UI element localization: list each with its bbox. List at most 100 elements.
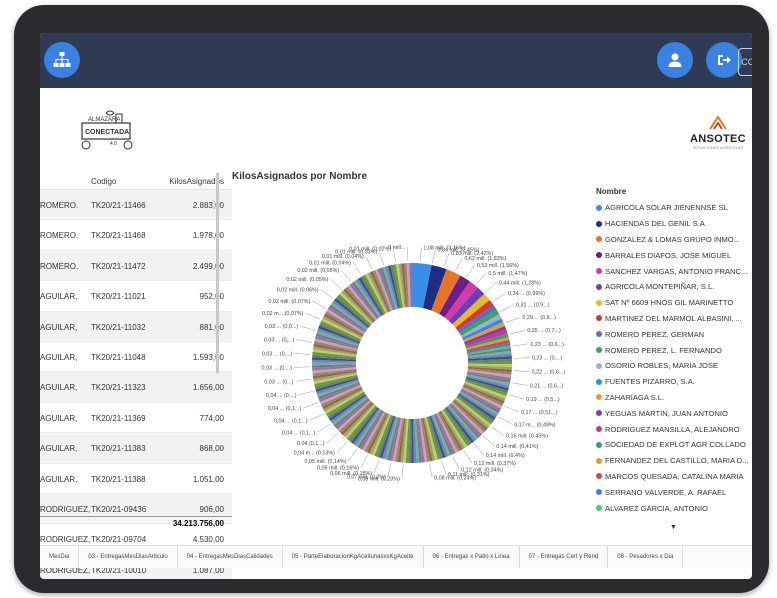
- edge-button[interactable]: CO: [738, 48, 752, 76]
- legend-dot: [596, 268, 602, 275]
- legend-dot: [596, 204, 602, 211]
- legend-more-arrow[interactable]: ▼: [670, 524, 677, 531]
- table-row[interactable]: AGUILAR, TK20/21-11369 774,00: [40, 403, 232, 434]
- legend-item[interactable]: AGRICOLA SOLAR JIENENNSE SL: [596, 200, 752, 216]
- legend-item[interactable]: ZAHARIAGA S.L.: [596, 390, 752, 406]
- label-leader-line: [300, 325, 316, 331]
- cell-codigo: TK20/21-11021: [91, 292, 146, 302]
- label-leader-line: [463, 450, 473, 464]
- table-scrollbar[interactable]: [216, 173, 219, 373]
- table-row[interactable]: ROMERO. TK20/21-11468 1.978,00: [40, 220, 232, 251]
- cell-kilos: 1.978,00: [192, 231, 224, 241]
- label-leader-line: [508, 394, 525, 400]
- legend-item[interactable]: AGRICOLA MONTEPIÑAR, S.L.: [596, 279, 752, 295]
- label-leader-line: [320, 289, 334, 299]
- legend-item[interactable]: MARTINEZ DEL MARMOL ALBASINI, ...: [596, 311, 752, 327]
- cell-kilos: 1.656,00: [192, 383, 224, 393]
- data-label: 0,5 mill. (1,47%): [488, 271, 527, 277]
- data-label: 0,02 mill. (0,06%): [277, 287, 319, 293]
- label-leader-line: [348, 448, 358, 461]
- data-label: 0,08 mill. (0,24%): [434, 475, 476, 481]
- label-leader-line: [513, 357, 530, 359]
- label-leader-line: [441, 460, 447, 475]
- legend-item[interactable]: BARRALES DIAFOS, JOSE MIGUEL: [596, 247, 752, 263]
- cell-name: AGUILAR,: [40, 413, 78, 423]
- table-row[interactable]: AGUILAR, TK20/21-11032 881,00: [40, 311, 232, 342]
- data-label: 0,03 ... (0...): [264, 379, 293, 385]
- table-total-value: 34.213.756,00: [172, 519, 224, 528]
- logo-line1: ALMAZARA: [88, 117, 120, 123]
- legend-item[interactable]: GONZALEZ & LOMAS GRUPO INMO...: [596, 232, 752, 248]
- legend-item[interactable]: MARCOS QUESADA, CATALINA MARIA: [596, 469, 752, 485]
- legend-item[interactable]: OSORIO ROBLES, MARIA JOSE: [596, 358, 752, 374]
- table-row[interactable]: AGUILAR, TK20/21-11323 1.656,00: [40, 372, 232, 403]
- table-row[interactable]: AGUILAR, TK20/21-11388 1.051,00: [40, 464, 232, 494]
- logout-button[interactable]: [706, 42, 742, 78]
- legend-item[interactable]: YEGUAS MARTIN, JUAN ANTONIO: [596, 405, 752, 421]
- user-profile-button[interactable]: [657, 42, 693, 78]
- col-header-codigo[interactable]: Codigo: [91, 177, 116, 186]
- legend-items: AGRICOLA SOLAR JIENENNSE SL HACIENDAS DEL…: [596, 200, 752, 516]
- label-leader-line: [296, 339, 313, 343]
- ansotec-name: ANSOTEC: [690, 133, 746, 145]
- data-label: 0,04 (0,1...): [297, 441, 325, 447]
- legend-dot: [596, 473, 602, 480]
- data-label: 0,08 mill. (0,23%): [358, 477, 400, 483]
- table-row[interactable]: AGUILAR, TK20/21-11021 952,00: [40, 281, 232, 312]
- legend-item[interactable]: FERNANDEZ DEL CASTILLO, MARIA D...: [596, 453, 752, 469]
- data-label: 0,01 mill. (0,04%): [322, 254, 364, 260]
- cell-name: ROMERO.: [40, 261, 79, 271]
- legend-item[interactable]: FUENTES PIZARRO, S.A.: [596, 374, 752, 390]
- data-label: 0,15 mill. (0,45%): [506, 434, 548, 440]
- label-leader-line: [466, 264, 476, 277]
- label-leader-line: [491, 426, 505, 436]
- data-label: 0,03 ... (0,...): [264, 338, 295, 344]
- legend-item[interactable]: ROMERO PEREZ, L. FERNANDO: [596, 342, 752, 358]
- report-tab[interactable]: 05 - ParteElaboracionKgAceitunasvsKgAcei…: [283, 546, 424, 568]
- table-row[interactable]: ROMERO. TK20/21-11472 2.499,00: [40, 250, 232, 282]
- org-chart-button[interactable]: [44, 42, 80, 78]
- data-label: 0,34 ... (0,99%): [508, 291, 545, 297]
- table-row[interactable]: AGUILAR, TK20/21-11048 1.593,00: [40, 342, 232, 373]
- legend-label: BARRALES DIAFOS, JOSE MIGUEL: [605, 250, 732, 260]
- report-tab[interactable]: 03 - EntregasMesDiasArticulo: [79, 546, 178, 568]
- label-leader-line: [455, 257, 463, 271]
- legend-label: SERRANO VALVERDE, A. RAFAEL: [605, 487, 727, 497]
- table-header: Codigo KilosAsignados: [40, 173, 232, 190]
- legend-item[interactable]: SAT Nº 6609 HNOS GIL MARINETTO: [596, 295, 752, 311]
- cell-codigo: TK20/21-09704: [91, 535, 147, 545]
- kilos-table: Codigo KilosAsignados ROMERO. TK20/21-114…: [40, 173, 232, 579]
- legend-item[interactable]: SERRANO VALVERDE, A. RAFAEL: [596, 484, 752, 500]
- report-tab[interactable]: 06 - Entregas x Patio x Linea: [424, 546, 520, 568]
- legend-item[interactable]: RODRIGUEZ MANSILLA, ALEJANDRO: [596, 421, 752, 437]
- label-leader-line: [500, 304, 515, 312]
- report-tab[interactable]: 08 - Pesadores x Dia: [608, 546, 684, 568]
- chart-title: KilosAsignados por Nombre: [232, 171, 368, 182]
- table-row[interactable]: ROMERO. TK20/21-11466 2.883,00: [40, 190, 232, 221]
- legend-item[interactable]: SOCIEDAD DE EXPLOT AGR COLLADO: [596, 437, 752, 453]
- report-tab[interactable]: 04 - EntregasMesDiasCalidades: [178, 546, 283, 568]
- legend-label: MARTINEZ DEL MARMOL ALBASINI, ...: [605, 313, 742, 323]
- cell-codigo: TK20/21-11388: [91, 474, 146, 484]
- data-label: 0,04 ... (0,1...): [268, 406, 302, 412]
- report-tab[interactable]: 07 - Entregas Cert y Rend: [520, 546, 609, 568]
- legend-label: SAT Nº 6609 HNOS GIL MARINETTO: [605, 298, 734, 308]
- legend-item[interactable]: ALVAREZ GARCIA, ANTONIO: [596, 500, 752, 516]
- label-leader-line: [373, 459, 380, 473]
- table-total-row: 34.213.756,00: [40, 516, 232, 531]
- data-label: 0,04 ... (0,1...): [282, 430, 316, 436]
- legend-item[interactable]: SANCHEZ VARGAS, ANTONIO FRANC...: [596, 263, 752, 279]
- label-leader-line: [309, 413, 324, 421]
- report-tab[interactable]: MesDia: [40, 546, 80, 568]
- label-leader-line: [419, 247, 422, 262]
- label-leader-line: [505, 316, 521, 323]
- cell-codigo: TK20/21-11369: [91, 413, 146, 423]
- legend-dot: [596, 378, 602, 385]
- legend-dot: [596, 299, 602, 306]
- table-row[interactable]: AGUILAR, TK20/21-11383 868,00: [40, 433, 232, 464]
- data-label: 0,19 ... (0,5...): [526, 397, 560, 403]
- legend-item[interactable]: HACIENDAS DEL GENIL S.A: [596, 216, 752, 232]
- app-screen: CO ALMAZARA CONECTADA 4.0 ANSOTEC SOLUCI…: [40, 33, 752, 579]
- legend-item[interactable]: ROMERO PEREZ, GERMAN: [596, 326, 752, 342]
- data-label: 0,14 mill. (0,41%): [496, 444, 538, 450]
